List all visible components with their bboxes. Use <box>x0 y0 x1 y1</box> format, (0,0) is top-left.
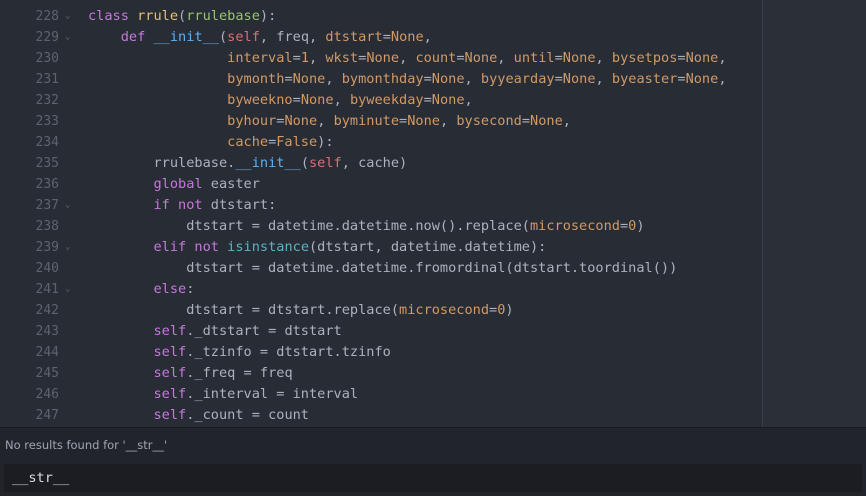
line-number: 240 <box>35 261 59 276</box>
line-number: 242 <box>35 303 59 318</box>
code-text: self._tzinfo = dtstart.tzinfo <box>153 344 391 360</box>
code-text: byhour=None, byminute=None, bysecond=Non… <box>227 113 571 129</box>
line-number: 241 <box>35 282 59 297</box>
code-text: self._freq = freq <box>153 365 293 381</box>
code-line[interactable]: 228 ⌄ class rrule(rrulebase): <box>0 6 727 27</box>
code-text: elif not isinstance(dtstart, datetime.da… <box>153 239 547 255</box>
fold-chevron-icon[interactable]: ⌄ <box>59 6 79 27</box>
code-text: dtstart = datetime.datetime.now().replac… <box>186 218 645 234</box>
fold-chevron-icon[interactable]: ⌄ <box>59 237 79 258</box>
line-number: 233 <box>35 114 59 129</box>
code-line[interactable]: 243 self._dtstart = dtstart <box>0 321 727 342</box>
code-line[interactable]: 240 dtstart = datetime.datetime.fromordi… <box>0 258 727 279</box>
line-number: 247 <box>35 408 59 423</box>
code-line[interactable]: 244 self._tzinfo = dtstart.tzinfo <box>0 342 727 363</box>
code-text: self._interval = interval <box>153 386 359 402</box>
line-number: 243 <box>35 324 59 339</box>
line-number: 235 <box>35 156 59 171</box>
find-status-message: No results found for '__str__' <box>5 438 168 452</box>
code-text: byweekno=None, byweekday=None, <box>227 92 473 108</box>
fold-chevron-icon[interactable]: ⌄ <box>59 27 79 48</box>
line-number: 236 <box>35 177 59 192</box>
code-line[interactable]: 232 byweekno=None, byweekday=None, <box>0 90 727 111</box>
code-line[interactable]: 239 ⌄ elif not isinstance(dtstart, dateti… <box>0 237 727 258</box>
line-number: 234 <box>35 135 59 150</box>
code-text: cache=False): <box>227 134 334 150</box>
code-line[interactable]: 230 interval=1, wkst=None, count=None, u… <box>0 48 727 69</box>
code-lines[interactable]: 228 ⌄ class rrule(rrulebase): 229 ⌄ def __in… <box>0 6 727 426</box>
code-text: bymonth=None, bymonthday=None, byyearday… <box>227 71 727 87</box>
editor-right-pane <box>763 0 866 427</box>
fold-chevron-icon[interactable]: ⌄ <box>59 279 79 300</box>
code-line[interactable]: 245 self._freq = freq <box>0 363 727 384</box>
line-number: 239 <box>35 240 59 255</box>
code-line[interactable]: 242 dtstart = dtstart.replace(microsecon… <box>0 300 727 321</box>
line-number: 231 <box>35 72 59 87</box>
status-bar: No results found for '__str__' <box>0 427 866 462</box>
code-text: def __init__(self, freq, dtstart=None, <box>120 29 432 45</box>
code-line[interactable]: 237 ⌄ if not dtstart: <box>0 195 727 216</box>
code-line[interactable]: 235 rrulebase.__init__(self, cache) <box>0 153 727 174</box>
code-text: global easter <box>153 176 260 192</box>
line-number: 237 <box>35 198 59 213</box>
code-text: rrulebase.__init__(self, cache) <box>153 155 408 171</box>
code-line[interactable]: 247 self._count = count <box>0 405 727 426</box>
line-number: 232 <box>35 93 59 108</box>
code-text: dtstart = dtstart.replace(microsecond=0) <box>186 302 514 318</box>
code-text: interval=1, wkst=None, count=None, until… <box>227 50 727 66</box>
line-number: 245 <box>35 366 59 381</box>
code-text: dtstart = datetime.datetime.fromordinal(… <box>186 260 678 276</box>
line-number: 238 <box>35 219 59 234</box>
code-text: class rrule(rrulebase): <box>88 8 277 24</box>
find-input[interactable] <box>4 464 862 492</box>
line-number: 229 <box>35 30 59 45</box>
line-number: 246 <box>35 387 59 402</box>
fold-chevron-icon[interactable]: ⌄ <box>59 195 79 216</box>
code-line[interactable]: 231 bymonth=None, bymonthday=None, byyea… <box>0 69 727 90</box>
code-line[interactable]: 236 global easter <box>0 174 727 195</box>
code-line[interactable]: 234 cache=False): <box>0 132 727 153</box>
line-number: 228 <box>35 9 59 24</box>
code-text: self._dtstart = dtstart <box>153 323 342 339</box>
code-text: else: <box>153 281 195 297</box>
code-text: self._count = count <box>153 407 309 423</box>
line-number: 244 <box>35 345 59 360</box>
code-line[interactable]: 238 dtstart = datetime.datetime.now().re… <box>0 216 727 237</box>
line-number: 230 <box>35 51 59 66</box>
code-line[interactable]: 233 byhour=None, byminute=None, bysecond… <box>0 111 727 132</box>
code-text: if not dtstart: <box>153 197 277 213</box>
code-line[interactable]: 246 self._interval = interval <box>0 384 727 405</box>
code-line[interactable]: 241 ⌄ else: <box>0 279 727 300</box>
find-bar <box>0 462 866 496</box>
code-editor[interactable]: 228 ⌄ class rrule(rrulebase): 229 ⌄ def __in… <box>0 0 866 427</box>
code-line[interactable]: 229 ⌄ def __init__(self, freq, dtstart=No… <box>0 27 727 48</box>
